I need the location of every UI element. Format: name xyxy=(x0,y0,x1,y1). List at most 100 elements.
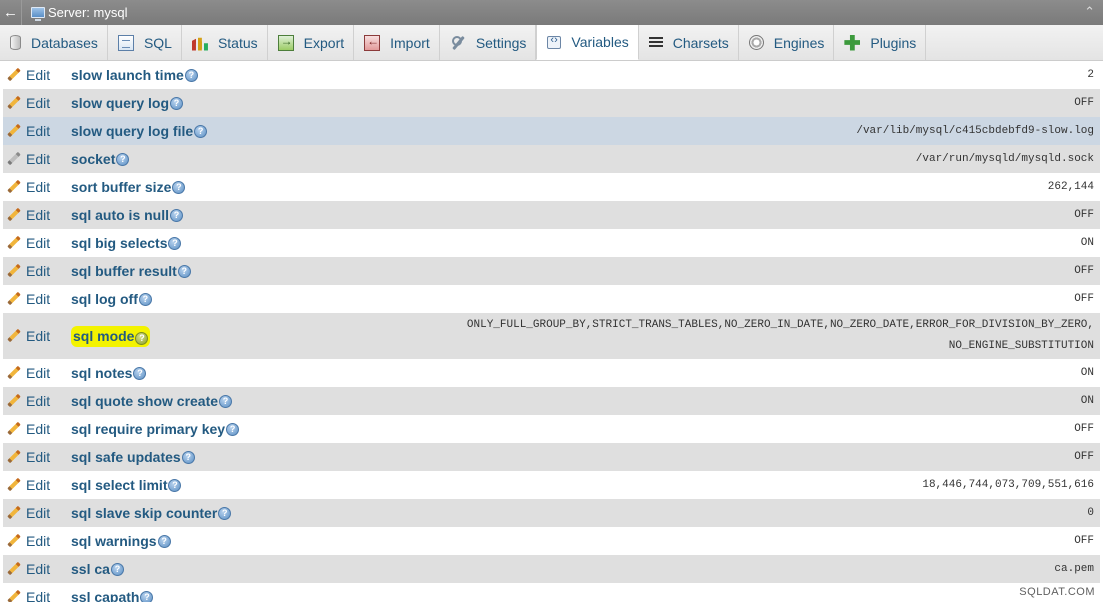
help-icon[interactable]: ? xyxy=(194,124,208,138)
help-icon[interactable]: ? xyxy=(170,208,184,222)
edit-button[interactable]: Edit xyxy=(3,123,67,139)
edit-button[interactable]: Edit xyxy=(3,207,67,223)
edit-button[interactable]: Edit xyxy=(3,365,67,381)
edit-button[interactable]: Edit xyxy=(3,179,67,195)
help-icon[interactable]: ? xyxy=(157,534,171,548)
tab-databases[interactable]: Databases xyxy=(0,25,108,60)
help-icon[interactable]: ? xyxy=(181,450,195,464)
help-icon[interactable]: ? xyxy=(140,590,154,602)
table-row: Edit sql select limit? 18,446,744,073,70… xyxy=(3,471,1100,499)
main-tab-bar: Databases SQL Status Export Import Setti… xyxy=(0,25,1103,61)
pencil-icon xyxy=(7,68,21,82)
help-icon[interactable]: ? xyxy=(110,562,124,576)
pencil-icon xyxy=(7,152,21,166)
variable-name[interactable]: sql require primary key? xyxy=(67,421,240,437)
variable-name[interactable]: slow query log? xyxy=(67,95,184,111)
pencil-icon xyxy=(7,329,21,343)
variable-name[interactable]: sql quote show create? xyxy=(67,393,233,409)
puzzle-icon xyxy=(844,34,861,51)
edit-button[interactable]: Edit xyxy=(3,449,67,465)
variable-name[interactable]: slow query log file? xyxy=(67,123,208,139)
tab-charsets[interactable]: Charsets xyxy=(639,25,739,60)
table-row: Edit slow launch time? 2 xyxy=(3,61,1100,89)
tab-engines[interactable]: Engines xyxy=(739,25,835,60)
tab-status[interactable]: Status xyxy=(182,25,268,60)
variable-name[interactable]: sql warnings? xyxy=(67,533,171,549)
variable-name[interactable]: sql auto is null? xyxy=(67,207,184,223)
help-icon[interactable]: ? xyxy=(135,331,149,345)
edit-button[interactable]: Edit xyxy=(3,477,67,493)
edit-button[interactable]: Edit xyxy=(3,67,67,83)
help-icon[interactable]: ? xyxy=(172,180,186,194)
variable-name[interactable]: slow launch time? xyxy=(67,67,198,83)
tab-plugins[interactable]: Plugins xyxy=(834,25,927,60)
edit-button[interactable]: Edit xyxy=(3,561,67,577)
variable-name[interactable]: socket? xyxy=(67,151,130,167)
import-icon xyxy=(364,34,381,51)
help-icon[interactable]: ? xyxy=(168,478,182,492)
edit-button[interactable]: Edit xyxy=(3,421,67,437)
variables-table: Edit slow launch time? 2 Edit slow query… xyxy=(3,61,1100,602)
double-chevron-up-icon[interactable]: ⌃ xyxy=(1084,4,1095,20)
tab-import[interactable]: Import xyxy=(354,25,440,60)
help-icon[interactable]: ? xyxy=(133,366,147,380)
variable-name[interactable]: sql buffer result? xyxy=(67,263,191,279)
variables-icon xyxy=(547,34,562,49)
tab-export[interactable]: Export xyxy=(268,25,355,60)
edit-button[interactable]: Edit xyxy=(3,589,67,602)
export-icon xyxy=(277,34,294,51)
table-row: Edit sql log off? OFF xyxy=(3,285,1100,313)
variable-name[interactable]: sql slave skip counter? xyxy=(67,505,232,521)
variable-value: OFF xyxy=(1074,535,1094,547)
variable-name[interactable]: sql safe updates? xyxy=(67,449,195,465)
pencil-icon xyxy=(7,506,21,520)
variable-value: /var/lib/mysql/c415cbdebfd9-slow.log xyxy=(856,125,1094,137)
pencil-icon xyxy=(7,562,21,576)
edit-button[interactable]: Edit xyxy=(3,95,67,111)
help-icon[interactable]: ? xyxy=(168,236,182,250)
tab-variables[interactable]: Variables xyxy=(536,25,639,60)
edit-button[interactable]: Edit xyxy=(3,263,67,279)
pencil-icon xyxy=(7,292,21,306)
arrow-left-icon[interactable]: ← xyxy=(0,0,22,25)
variable-value: OFF xyxy=(1074,97,1094,109)
help-icon[interactable]: ? xyxy=(170,96,184,110)
pencil-icon xyxy=(7,590,21,602)
edit-button[interactable]: Edit xyxy=(3,393,67,409)
variable-name[interactable]: sql notes? xyxy=(67,365,147,381)
variable-value: ON xyxy=(1080,395,1094,407)
variable-name[interactable]: sql mode? xyxy=(67,325,151,347)
help-icon[interactable]: ? xyxy=(226,422,240,436)
help-icon[interactable]: ? xyxy=(177,264,191,278)
help-icon[interactable]: ? xyxy=(116,152,130,166)
help-icon[interactable]: ? xyxy=(218,506,232,520)
edit-button[interactable]: Edit xyxy=(3,291,67,307)
help-icon[interactable]: ? xyxy=(184,68,198,82)
edit-button[interactable]: Edit xyxy=(3,328,67,344)
watermark: SQLDAT.COM xyxy=(1019,586,1095,598)
help-icon[interactable]: ? xyxy=(138,292,152,306)
server-breadcrumb-bar: ← Server: mysql ⌃ xyxy=(0,0,1103,25)
variable-name[interactable]: sql big selects? xyxy=(67,235,182,251)
edit-button[interactable]: Edit xyxy=(3,505,67,521)
tab-settings[interactable]: Settings xyxy=(440,25,537,60)
variable-name[interactable]: sql select limit? xyxy=(67,477,182,493)
variable-value: ON xyxy=(1080,237,1094,249)
edit-button[interactable]: Edit xyxy=(3,235,67,251)
variable-name[interactable]: sort buffer size? xyxy=(67,179,186,195)
pencil-icon xyxy=(7,124,21,138)
tab-sql[interactable]: SQL xyxy=(108,25,182,60)
table-row: Edit ssl capath? xyxy=(3,583,1100,602)
pencil-icon xyxy=(7,478,21,492)
variable-name[interactable]: ssl capath? xyxy=(67,589,154,602)
help-icon[interactable]: ? xyxy=(219,394,233,408)
edit-button[interactable]: Edit xyxy=(3,533,67,549)
server-title[interactable]: Server: mysql xyxy=(48,5,127,20)
pencil-icon xyxy=(7,96,21,110)
variable-value: 18,446,744,073,709,551,616 xyxy=(922,479,1094,491)
variable-name[interactable]: sql log off? xyxy=(67,291,152,307)
variable-name[interactable]: ssl ca? xyxy=(67,561,124,577)
table-row: Edit sql buffer result? OFF xyxy=(3,257,1100,285)
engines-icon xyxy=(748,35,764,50)
pencil-icon xyxy=(7,394,21,408)
